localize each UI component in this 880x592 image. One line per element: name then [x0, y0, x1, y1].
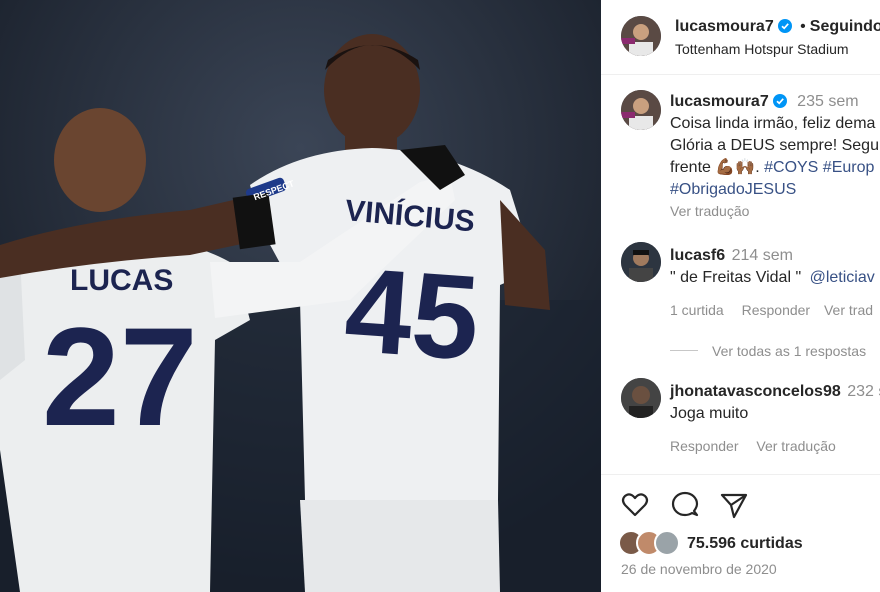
comment-reply-button[interactable]: Responder	[670, 438, 739, 454]
heart-icon[interactable]	[620, 490, 650, 520]
comment-likes[interactable]: 1 curtida	[670, 302, 724, 318]
comment-time[interactable]: 232 s	[847, 383, 880, 400]
jersey-number-left: 27	[42, 298, 198, 455]
comment-reply-button[interactable]: Responder	[742, 302, 811, 318]
caption-time[interactable]: 235 sem	[797, 93, 858, 110]
comment-icon[interactable]	[670, 490, 700, 520]
comment-text: Joga muito	[670, 405, 749, 422]
comment-time[interactable]: 214 sem	[732, 247, 793, 264]
liker-avatar[interactable]	[654, 530, 680, 556]
caption-username[interactable]: lucasmoura7	[670, 93, 769, 110]
author-username[interactable]: lucasmoura7	[675, 18, 774, 35]
comment-text: " de Freitas Vidal "	[670, 269, 802, 286]
post-actions: 75.596 curtidas 26 de novembro de 2020	[601, 474, 880, 592]
caption-line-1: Coisa linda irmão, feliz dema	[670, 115, 876, 132]
replies-divider	[670, 350, 698, 351]
jersey-name-left: LUCAS	[70, 264, 173, 297]
comment-translate-link[interactable]: Ver trad	[824, 302, 873, 318]
follow-status-button[interactable]: Seguindo	[810, 18, 880, 35]
post-location[interactable]: Tottenham Hotspur Stadium	[675, 38, 849, 60]
post-sidebar: lucasmoura7 • Seguindo Tottenham Hotspur …	[601, 0, 880, 592]
jersey-number-right: 45	[341, 243, 484, 386]
post-photo[interactable]: LUCAS 27 VINÍCIUS 45 RESPECT	[0, 0, 601, 592]
post-date[interactable]: 26 de novembro de 2020	[621, 558, 777, 580]
verified-badge-icon	[772, 94, 787, 108]
post-header: lucasmoura7 • Seguindo Tottenham Hotspur …	[601, 0, 880, 75]
comment-username[interactable]: lucasf6	[670, 247, 725, 264]
author-avatar[interactable]	[621, 16, 661, 56]
caption-line-3: frente 💪🏾🙌🏾.	[670, 159, 760, 176]
caption-hashtag-obrigadojesus[interactable]: #ObrigadoJESUS	[670, 179, 796, 201]
comment-mention[interactable]: @leticiav	[810, 269, 875, 286]
comment-translate-link[interactable]: Ver tradução	[756, 438, 835, 454]
likes-count[interactable]: 75.596 curtidas	[687, 533, 803, 555]
view-replies-button[interactable]: Ver todas as 1 respostas	[712, 340, 866, 362]
caption-avatar[interactable]	[621, 90, 661, 130]
header-separator: •	[800, 18, 806, 35]
caption-translate-link[interactable]: Ver tradução	[670, 200, 749, 222]
comment-avatar[interactable]	[621, 378, 661, 418]
send-icon[interactable]	[719, 490, 749, 520]
comment-avatar[interactable]	[621, 242, 661, 282]
comment-username[interactable]: jhonatavasconcelos98	[670, 383, 841, 400]
verified-badge-icon	[777, 19, 792, 33]
caption-hashtags[interactable]: #COYS #Europ	[764, 159, 874, 176]
caption-line-2: Glória a DEUS sempre! Segu	[670, 137, 879, 154]
